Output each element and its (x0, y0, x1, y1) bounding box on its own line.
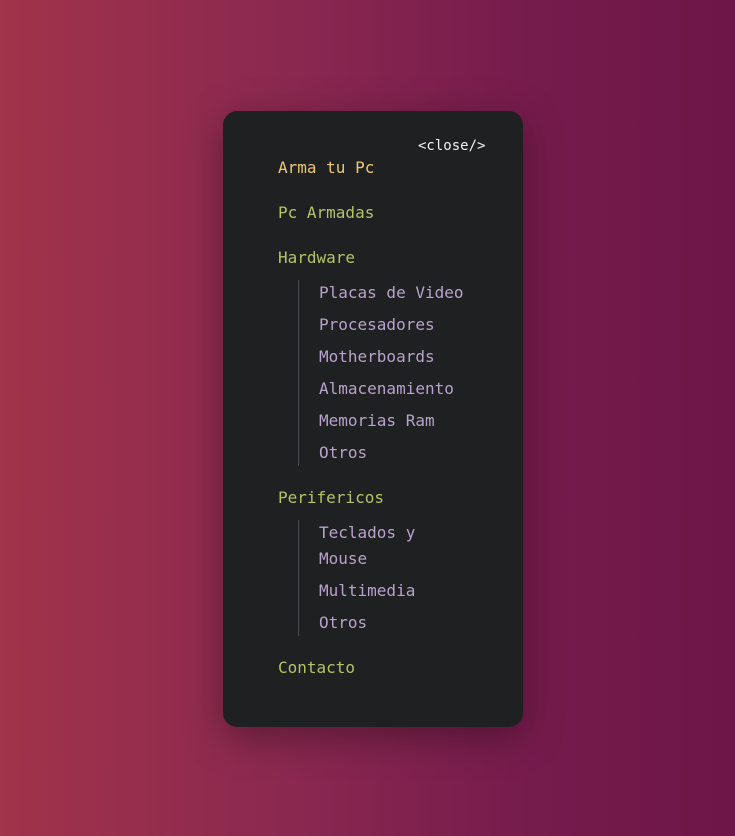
submenu-item-almacenamiento[interactable]: Almacenamiento (319, 376, 469, 402)
submenu-item-placas-de-video[interactable]: Placas de Video (319, 280, 469, 306)
perifericos-submenu: Teclados y Mouse Multimedia Otros (298, 520, 469, 636)
submenu-item-multimedia[interactable]: Multimedia (319, 578, 469, 604)
submenu-item-memorias-ram[interactable]: Memorias Ram (319, 408, 469, 434)
nav-list: Arma tu Pc Pc Armadas Hardware Placas de… (278, 155, 493, 700)
hardware-submenu: Placas de Video Procesadores Motherboard… (298, 280, 469, 466)
submenu-item-otros-hardware[interactable]: Otros (319, 440, 469, 466)
submenu-item-procesadores[interactable]: Procesadores (319, 312, 469, 338)
nav-item-hardware[interactable]: Hardware (278, 245, 493, 271)
nav-item-perifericos[interactable]: Perifericos (278, 485, 493, 511)
submenu-item-teclados-y-mouse[interactable]: Teclados y Mouse (319, 520, 469, 572)
close-button[interactable]: <close/> (418, 138, 485, 154)
nav-item-contacto[interactable]: Contacto (278, 655, 493, 681)
submenu-item-motherboards[interactable]: Motherboards (319, 344, 469, 370)
nav-item-pc-armadas[interactable]: Pc Armadas (278, 200, 493, 226)
nav-menu-panel: <close/> Arma tu Pc Pc Armadas Hardware … (223, 111, 523, 727)
nav-item-arma-tu-pc[interactable]: Arma tu Pc (278, 155, 493, 181)
submenu-item-otros-perifericos[interactable]: Otros (319, 610, 469, 636)
